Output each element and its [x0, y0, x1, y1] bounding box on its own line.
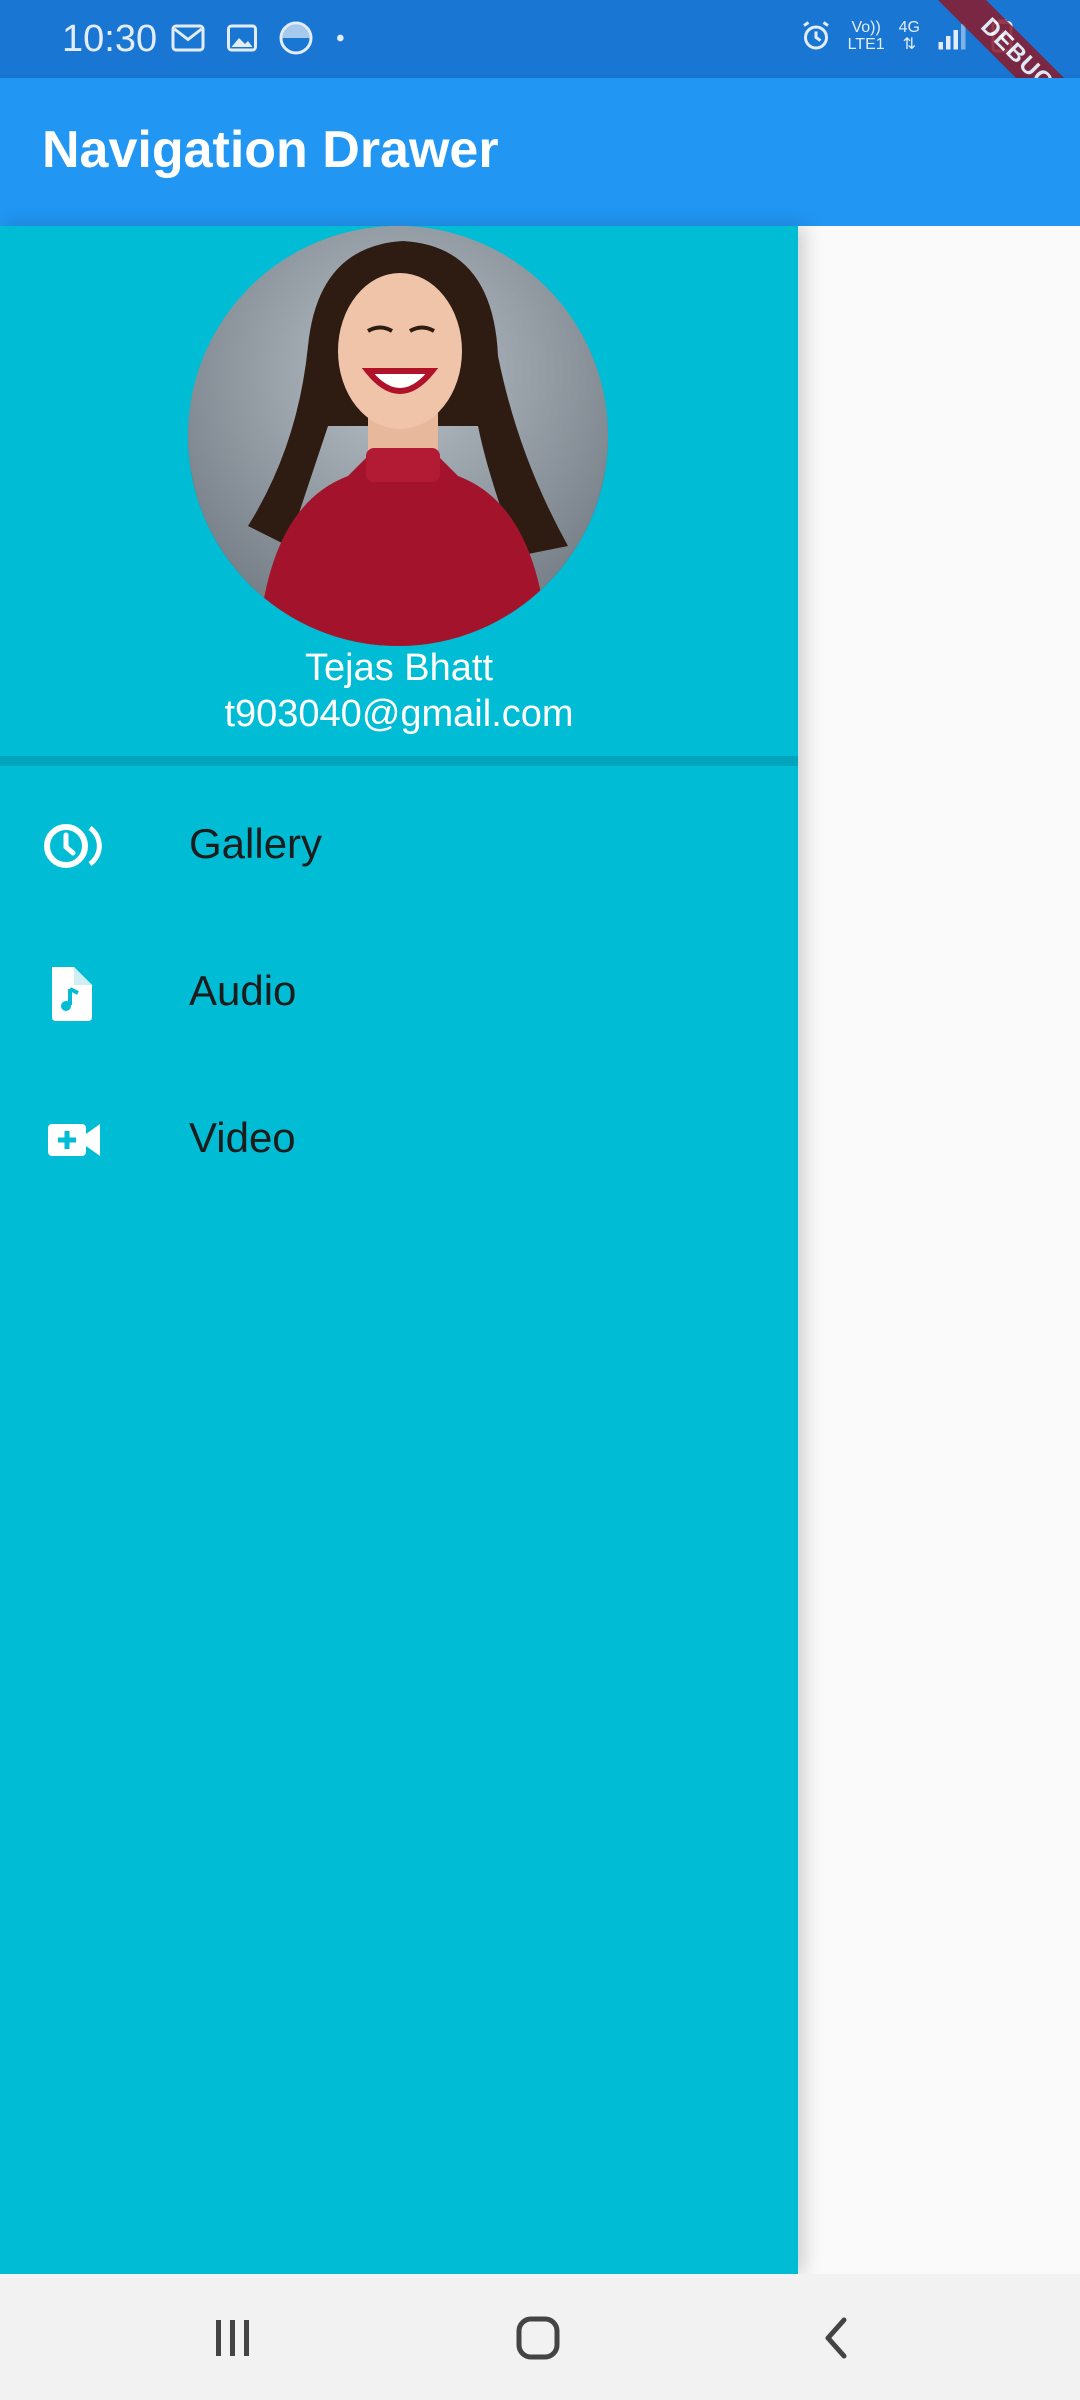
avatar[interactable]	[188, 226, 608, 646]
user-name: Tejas Bhatt	[305, 647, 493, 689]
network-gen-indicator: 4G ⇅	[898, 19, 920, 53]
drawer-menu: Gallery Audio Video	[0, 774, 798, 1215]
app-bar: Navigation Drawer	[0, 78, 1080, 226]
app-bar-title: Navigation Drawer	[42, 121, 499, 179]
back-icon[interactable]	[808, 2312, 868, 2364]
volte-indicator: Vo)) LTE1	[847, 19, 885, 53]
audio-file-icon	[52, 967, 92, 1021]
gmail-icon	[171, 24, 205, 52]
alarm-icon	[802, 21, 829, 50]
video-call-icon	[48, 1124, 100, 1156]
home-icon[interactable]	[508, 2312, 568, 2364]
status-notification-icons	[170, 20, 352, 56]
navigation-drawer: Tejas Bhatt t903040@gmail.com Gallery Au…	[0, 226, 798, 2274]
dot-icon	[337, 34, 344, 42]
drawer-item-label: Gallery	[189, 820, 323, 867]
drawer-item-label: Audio	[189, 967, 297, 1014]
slow-motion-video-icon	[44, 824, 102, 868]
avatar-photo	[188, 226, 608, 646]
recent-apps-icon[interactable]	[202, 2312, 262, 2364]
pinwheel-icon	[279, 21, 313, 55]
drawer-header: Tejas Bhatt t903040@gmail.com	[0, 226, 798, 766]
header-divider	[0, 756, 798, 766]
user-email: t903040@gmail.com	[224, 693, 574, 735]
drawer-item-label: Video	[189, 1114, 296, 1161]
image-icon	[227, 24, 257, 52]
screen: 10:30 Vo)) LTE1 4G ⇅ DEBUG Navigation Dr…	[0, 0, 1080, 2400]
drawer-item-gallery[interactable]: Gallery	[0, 774, 798, 921]
drawer-item-video[interactable]: Video	[0, 1068, 798, 1215]
system-nav-bar	[0, 2274, 1080, 2400]
status-bar: 10:30 Vo)) LTE1 4G ⇅	[0, 0, 1080, 78]
status-time: 10:30	[62, 18, 158, 60]
drawer-item-audio[interactable]: Audio	[0, 921, 798, 1068]
